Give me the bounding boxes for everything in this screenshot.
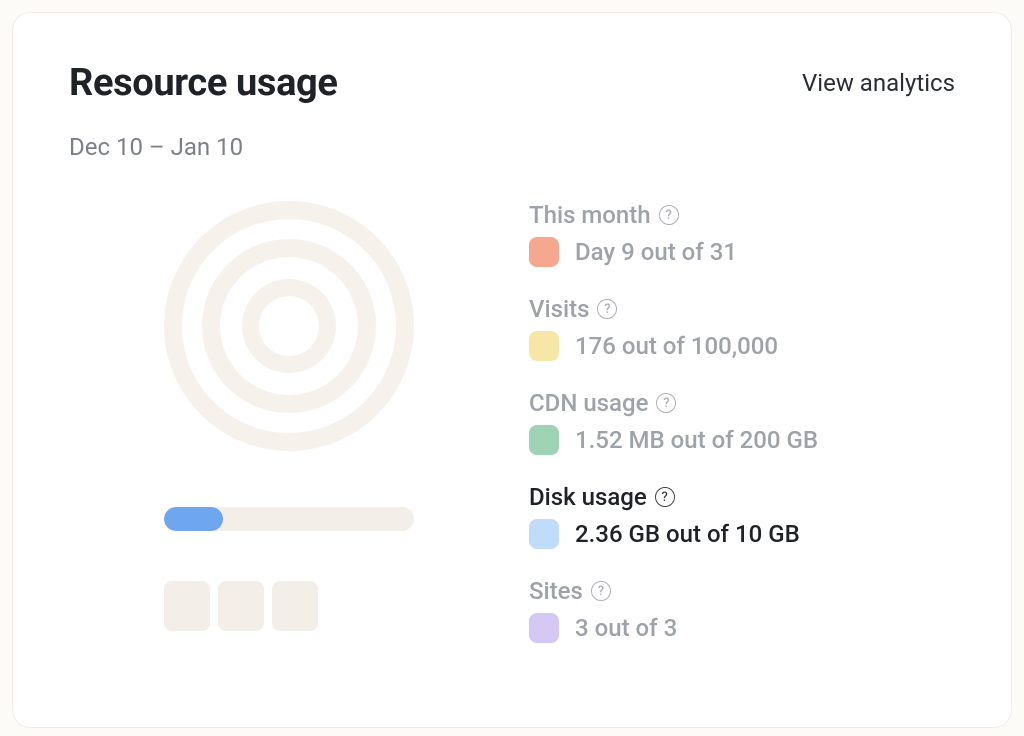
card-body: This month Day 9 out of 31 Visits 176 out o… — [69, 201, 955, 671]
color-swatch — [529, 237, 559, 267]
info-icon[interactable] — [659, 205, 679, 225]
metric-cdn[interactable]: CDN usage 1.52 MB out of 200 GB — [529, 389, 955, 455]
site-block — [164, 581, 210, 631]
resource-usage-card: Resource usage View analytics Dec 10 – J… — [12, 12, 1012, 728]
metric-month[interactable]: This month Day 9 out of 31 — [529, 201, 955, 267]
charts-column — [69, 201, 509, 671]
card-header: Resource usage View analytics — [69, 61, 955, 105]
metric-value: Day 9 out of 31 — [575, 238, 737, 266]
site-block — [218, 581, 264, 631]
metric-value: 2.36 GB out of 10 GB — [575, 520, 800, 548]
metric-label: Disk usage — [529, 483, 955, 511]
color-swatch — [529, 613, 559, 643]
info-icon[interactable] — [655, 487, 675, 507]
metric-label: Visits — [529, 295, 955, 323]
color-swatch — [529, 331, 559, 361]
disk-usage-bar — [164, 507, 414, 531]
info-icon[interactable] — [656, 393, 676, 413]
metric-label: CDN usage — [529, 389, 955, 417]
metric-disk[interactable]: Disk usage 2.36 GB out of 10 GB — [529, 483, 955, 549]
metric-label: This month — [529, 201, 955, 229]
color-swatch — [529, 519, 559, 549]
site-block — [272, 581, 318, 631]
info-icon[interactable] — [597, 299, 617, 319]
color-swatch — [529, 425, 559, 455]
disk-usage-fill — [164, 507, 223, 531]
info-icon[interactable] — [591, 581, 611, 601]
page-title: Resource usage — [69, 61, 338, 105]
metric-value: 1.52 MB out of 200 GB — [575, 426, 818, 454]
metric-visits[interactable]: Visits 176 out of 100,000 — [529, 295, 955, 361]
metric-value: 3 out of 3 — [575, 614, 677, 642]
metric-label: Sites — [529, 577, 955, 605]
date-range: Dec 10 – Jan 10 — [69, 133, 955, 161]
metrics-legend: This month Day 9 out of 31 Visits 176 out o… — [509, 201, 955, 671]
metric-value: 176 out of 100,000 — [575, 332, 778, 360]
radial-usage-chart — [164, 201, 414, 451]
sites-blocks — [164, 581, 414, 631]
view-analytics-link[interactable]: View analytics — [802, 69, 955, 97]
metric-sites[interactable]: Sites 3 out of 3 — [529, 577, 955, 643]
